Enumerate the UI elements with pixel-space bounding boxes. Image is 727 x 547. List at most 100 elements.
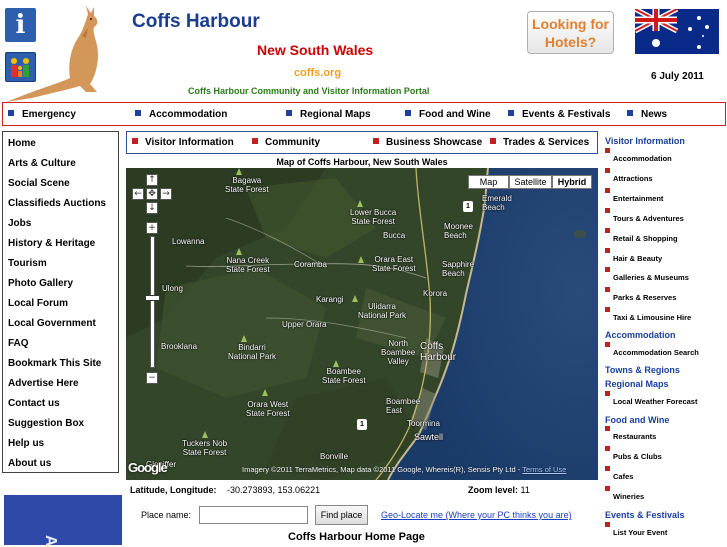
right-nav-label: Parks & Reserves bbox=[613, 293, 677, 302]
top-nav-item-emergency[interactable]: Emergency bbox=[8, 109, 76, 120]
right-nav-heading[interactable]: Visitor Information bbox=[605, 136, 685, 146]
left-nav-item[interactable]: Advertise Here bbox=[8, 378, 79, 389]
lat-long-readout: Latitude, Longitude: -30.273893, 153.062… bbox=[130, 485, 320, 495]
pan-left-icon[interactable]: ← bbox=[132, 188, 144, 200]
left-nav-item[interactable]: Social Scene bbox=[8, 178, 70, 189]
google-logo[interactable]: Google bbox=[128, 460, 168, 475]
zoom-slider-track[interactable] bbox=[150, 236, 155, 368]
right-nav-item[interactable]: Local Weather Forecast bbox=[605, 391, 697, 406]
pan-right-icon[interactable]: → bbox=[160, 188, 172, 200]
right-nav-item[interactable]: Tours & Adventures bbox=[605, 208, 684, 223]
left-nav-item[interactable]: Tourism bbox=[8, 258, 47, 269]
pan-down-icon[interactable]: ↓ bbox=[146, 202, 158, 214]
forest-marker-icon bbox=[236, 248, 242, 255]
forest-marker-icon bbox=[357, 200, 363, 207]
map-label-coffs-harbour: Coffs Harbour bbox=[420, 341, 457, 363]
right-nav-item[interactable]: Attractions bbox=[605, 168, 653, 183]
right-nav-item[interactable]: Pubs & Clubs bbox=[605, 446, 662, 461]
left-nav-item[interactable]: Bookmark This Site bbox=[8, 358, 101, 369]
terms-of-use-link[interactable]: Terms of Use bbox=[522, 465, 566, 474]
bullet-icon bbox=[605, 228, 610, 233]
kangaroo-logo[interactable] bbox=[2, 6, 124, 102]
right-nav-heading[interactable]: Events & Festivals bbox=[605, 510, 685, 520]
left-nav-item[interactable]: Home bbox=[8, 138, 36, 149]
top-nav-item-food-and-wine[interactable]: Food and Wine bbox=[405, 109, 491, 120]
left-nav-item[interactable]: Contact us bbox=[8, 398, 60, 409]
left-nav: Home Arts & Culture Social Scene Classif… bbox=[2, 131, 119, 473]
left-nav-item[interactable]: Jobs bbox=[8, 218, 31, 229]
left-nav-item[interactable]: Photo Gallery bbox=[8, 278, 73, 289]
sub-nav-label: Business Showcase bbox=[386, 137, 483, 148]
pan-center-icon[interactable]: ✥ bbox=[146, 188, 158, 200]
hotels-button[interactable]: Looking for Hotels? bbox=[527, 11, 614, 54]
sub-nav-item-business[interactable]: Business Showcase bbox=[373, 137, 482, 148]
find-place-button[interactable]: Find place bbox=[315, 505, 368, 525]
zoom-level-label: Zoom level: bbox=[468, 485, 519, 495]
map-type-satellite-button[interactable]: Satellite bbox=[509, 175, 552, 189]
right-nav-heading[interactable]: Accommodation bbox=[605, 330, 676, 340]
right-nav-item[interactable]: Parks & Reserves bbox=[605, 287, 676, 302]
left-nav-item[interactable]: Suggestion Box bbox=[8, 418, 84, 429]
sub-nav-item-community[interactable]: Community bbox=[252, 137, 320, 148]
satellite-map[interactable]: Map Satellite Hybrid ↑ ← ✥ → ↓ + − Bagaw… bbox=[126, 168, 598, 480]
top-nav-item-events[interactable]: Events & Festivals bbox=[508, 109, 610, 120]
map-label: Korora bbox=[423, 289, 448, 298]
left-nav-item[interactable]: Local Government bbox=[8, 318, 96, 329]
map-label: Emerald Beach bbox=[482, 194, 512, 212]
right-nav-label: Taxi & Limousine Hire bbox=[613, 313, 692, 322]
bullet-icon bbox=[605, 426, 610, 431]
sub-nav-item-trades[interactable]: Trades & Services bbox=[490, 137, 589, 148]
right-nav-item[interactable]: Wineries bbox=[605, 486, 644, 501]
map-type-map-button[interactable]: Map bbox=[468, 175, 509, 189]
left-nav-item[interactable]: Arts & Culture bbox=[8, 158, 76, 169]
bullet-icon bbox=[627, 110, 633, 116]
top-nav-item-news[interactable]: News bbox=[627, 109, 667, 120]
site-domain: coffs.org bbox=[294, 67, 342, 79]
advertisement-banner[interactable]: A bbox=[4, 495, 122, 547]
zoom-slider-handle[interactable] bbox=[145, 295, 160, 301]
sub-nav-item-visitor-info[interactable]: Visitor Information bbox=[132, 137, 234, 148]
right-nav-item[interactable]: Accommodation Search bbox=[605, 342, 699, 357]
pan-up-icon[interactable]: ↑ bbox=[146, 174, 158, 186]
right-nav-item[interactable]: Retail & Shopping bbox=[605, 228, 678, 243]
map-label: Sawtell bbox=[414, 432, 444, 442]
right-nav-item[interactable]: Restaurants bbox=[605, 426, 656, 441]
right-nav-item[interactable]: Accommodation bbox=[605, 148, 672, 163]
map-label: Orara West State Forest bbox=[246, 400, 290, 418]
map-label: Bonville bbox=[320, 452, 349, 461]
map-label: Lower Bucca State Forest bbox=[350, 208, 397, 226]
map-label: Bucca bbox=[383, 231, 406, 240]
left-nav-item[interactable]: Local Forum bbox=[8, 298, 68, 309]
top-nav-item-regional-maps[interactable]: Regional Maps bbox=[286, 109, 371, 120]
zoom-out-icon[interactable]: − bbox=[146, 372, 158, 384]
zoom-in-icon[interactable]: + bbox=[146, 222, 158, 234]
bullet-icon bbox=[405, 110, 411, 116]
left-nav-item[interactable]: Help us bbox=[8, 438, 44, 449]
bullet-icon bbox=[605, 168, 610, 173]
right-nav-heading[interactable]: Regional Maps bbox=[605, 379, 669, 389]
right-nav-item[interactable]: List Your Event bbox=[605, 522, 667, 537]
right-nav-item[interactable]: Cafes bbox=[605, 466, 633, 481]
map-label: Tuckers Nob State Forest bbox=[182, 439, 228, 457]
right-nav-item[interactable]: Galleries & Museums bbox=[605, 267, 689, 282]
geo-locate-link[interactable]: Geo-Locate me (Where your PC thinks you … bbox=[381, 510, 572, 520]
right-nav-heading[interactable]: Food and Wine bbox=[605, 415, 669, 425]
sub-nav-label: Community bbox=[265, 137, 320, 148]
right-nav-heading[interactable]: Towns & Regions bbox=[605, 365, 680, 375]
left-nav-item[interactable]: History & Heritage bbox=[8, 238, 95, 249]
map-type-hybrid-button[interactable]: Hybrid bbox=[552, 175, 592, 189]
lat-long-value: -30.273893, 153.06221 bbox=[227, 485, 321, 495]
site-tagline: Coffs Harbour Community and Visitor Info… bbox=[188, 86, 430, 96]
top-nav-item-accommodation[interactable]: Accommodation bbox=[135, 109, 227, 120]
right-nav-item[interactable]: Hair & Beauty bbox=[605, 248, 662, 263]
bullet-icon bbox=[605, 188, 610, 193]
left-nav-item[interactable]: About us bbox=[8, 458, 51, 469]
bullet-icon bbox=[132, 138, 138, 144]
place-name-input[interactable] bbox=[199, 506, 308, 524]
left-nav-item[interactable]: FAQ bbox=[8, 338, 29, 349]
right-nav-item[interactable]: Entertainment bbox=[605, 188, 663, 203]
map-label: Orara East State Forest bbox=[372, 255, 416, 273]
map-label: Lowanna bbox=[172, 237, 205, 246]
left-nav-item[interactable]: Classifieds Auctions bbox=[8, 198, 106, 209]
right-nav-item[interactable]: Taxi & Limousine Hire bbox=[605, 307, 691, 322]
